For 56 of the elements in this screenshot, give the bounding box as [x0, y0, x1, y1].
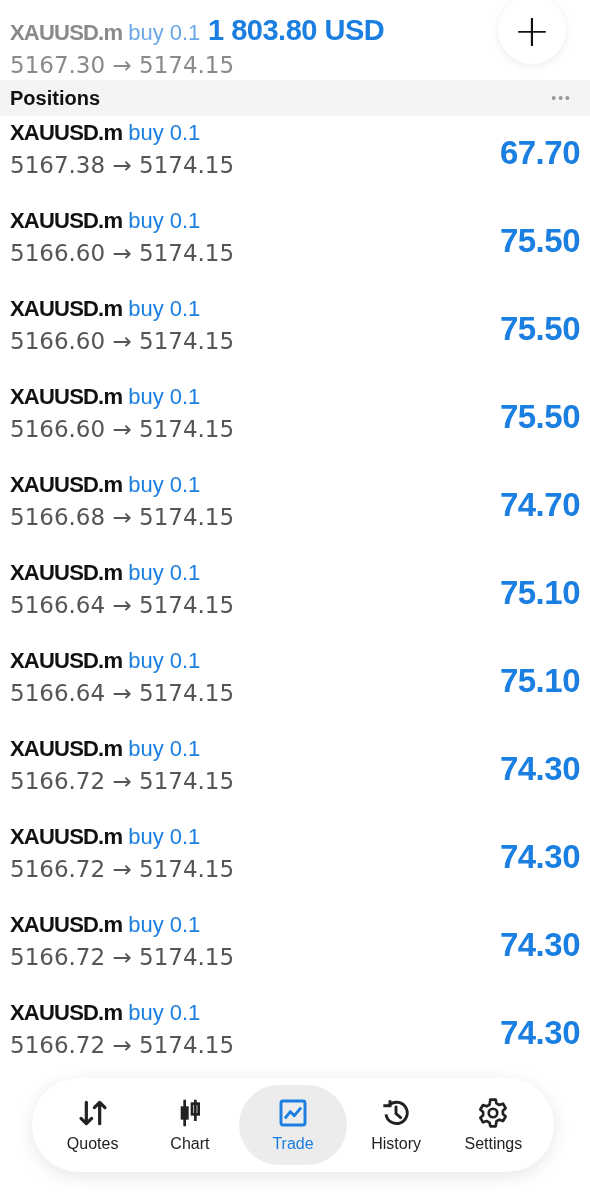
price-text: 5167.30 → 5174.15	[10, 52, 235, 78]
profit-text: 67.70	[499, 134, 580, 172]
order-side-text: buy 0.1	[128, 120, 201, 146]
profit-text: 74.30	[499, 1014, 580, 1052]
price-text: 5166.72 → 5174.15	[10, 856, 235, 882]
nav-tab[interactable]: History	[347, 1085, 445, 1165]
profit-text: 75.50	[499, 398, 580, 436]
order-side-text: buy 0.1	[128, 560, 201, 586]
nav-tab[interactable]: Quotes	[44, 1085, 142, 1165]
order-side-text: buy 0.1	[128, 648, 201, 674]
price-text: 5167.38 → 5174.15	[10, 152, 235, 178]
profit-text: 74.30	[499, 926, 580, 964]
profit-text: 74.70	[499, 486, 580, 524]
order-side-text: buy 0.1	[128, 296, 201, 322]
add-button[interactable]: +	[498, 0, 566, 64]
symbol-text: XAUUSD.m	[10, 20, 123, 46]
price-text: 5166.72 → 5174.15	[10, 768, 235, 794]
order-side-text: buy 0.1	[128, 208, 201, 234]
symbol-text: XAUUSD.m	[10, 296, 123, 322]
symbol-text: XAUUSD.m	[10, 648, 123, 674]
symbol-text: XAUUSD.m	[10, 120, 123, 146]
price-text: 5166.72 → 5174.15	[10, 1032, 235, 1058]
symbol-text: XAUUSD.m	[10, 208, 123, 234]
price-text: 5166.60 → 5174.15	[10, 416, 235, 442]
profit-text: 75.50	[499, 222, 580, 260]
symbol-text: XAUUSD.m	[10, 1000, 123, 1026]
symbol-text: XAUUSD.m	[10, 384, 123, 410]
profit-text: 75.50	[499, 310, 580, 348]
order-side-text: buy 0.1	[128, 384, 201, 410]
order-side-text: buy 0.1	[128, 472, 201, 498]
symbol-text: XAUUSD.m	[10, 472, 123, 498]
order-side-text: buy 0.1	[128, 912, 201, 938]
profit-text: 75.10	[499, 662, 580, 700]
price-text: 5166.60 → 5174.15	[10, 240, 235, 266]
symbol-text: XAUUSD.m	[10, 912, 123, 938]
settings-icon	[477, 1097, 510, 1129]
price-text: 5166.72 → 5174.15	[10, 944, 235, 970]
price-text: 5166.68 → 5174.15	[10, 504, 235, 530]
total-profit: 1 803.80 USD	[208, 14, 385, 47]
order-side-text: buy 0.1	[128, 20, 201, 46]
nav-tab[interactable]: Chart	[141, 1085, 239, 1165]
symbol-text: XAUUSD.m	[10, 824, 123, 850]
section-title: Positions	[10, 86, 100, 110]
profit-text: 74.30	[499, 750, 580, 788]
price-text: 5166.60 → 5174.15	[10, 328, 235, 354]
profit-text: 74.30	[499, 838, 580, 876]
nav-tab[interactable]: Settings	[444, 1085, 542, 1165]
symbol-text: XAUUSD.m	[10, 560, 123, 586]
order-side-text: buy 0.1	[128, 1000, 201, 1026]
profit-text: 75.10	[499, 574, 580, 612]
order-side-text: buy 0.1	[128, 736, 201, 762]
price-text: 5166.64 → 5174.15	[10, 592, 235, 618]
symbol-text: XAUUSD.m	[10, 736, 123, 762]
trade-icon	[277, 1097, 309, 1129]
price-text: 5166.64 → 5174.15	[10, 680, 235, 706]
order-side-text: buy 0.1	[128, 824, 201, 850]
